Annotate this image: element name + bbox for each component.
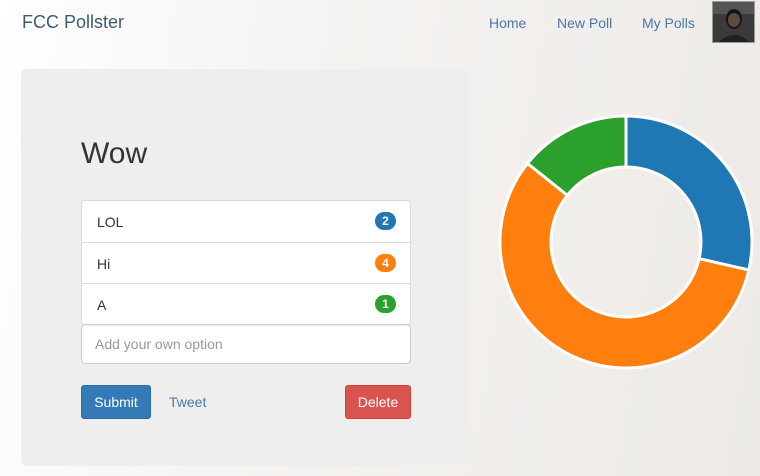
poll-options-list: LOL 2 Hi 4 A 1 xyxy=(81,200,411,325)
vote-count-badge: 1 xyxy=(375,295,396,313)
poll-option-item[interactable]: A 1 xyxy=(82,283,410,324)
vote-count-badge: 2 xyxy=(375,212,396,230)
votes-donut-chart xyxy=(498,114,754,370)
avatar[interactable] xyxy=(712,1,755,43)
vote-count-badge: 4 xyxy=(375,254,396,272)
nav-my-polls-link[interactable]: My Polls xyxy=(642,15,695,31)
tweet-link[interactable]: Tweet xyxy=(169,394,206,410)
navbar: FCC Pollster Home New Poll My Polls xyxy=(0,0,760,46)
submit-button[interactable]: Submit xyxy=(81,385,151,419)
option-label: Hi xyxy=(97,256,111,272)
option-label: A xyxy=(97,297,107,313)
new-option-input[interactable] xyxy=(81,324,411,364)
donut-slice-lol xyxy=(624,114,754,272)
poll-title: Wow xyxy=(81,137,148,170)
poll-option-item[interactable]: Hi 4 xyxy=(82,242,410,283)
delete-button[interactable]: Delete xyxy=(345,385,411,419)
nav-home-link[interactable]: Home xyxy=(489,15,526,31)
brand-link[interactable]: FCC Pollster xyxy=(22,12,124,33)
user-avatar-icon xyxy=(713,2,754,42)
nav-new-poll-link[interactable]: New Poll xyxy=(557,15,612,31)
poll-option-item[interactable]: LOL 2 xyxy=(82,201,410,242)
option-label: LOL xyxy=(97,214,124,230)
